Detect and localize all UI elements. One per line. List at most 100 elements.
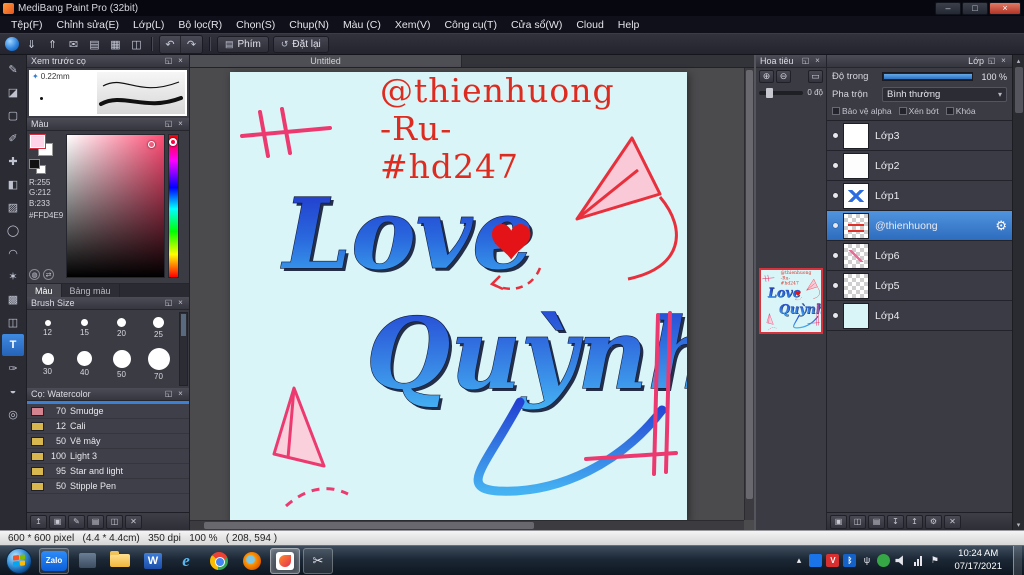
taskbar-zalo-button[interactable]: Zalo: [39, 547, 69, 574]
shortcut-keys-button[interactable]: ▤ Phím: [217, 35, 269, 53]
brush-size-option[interactable]: 70: [140, 344, 177, 386]
close-panel-icon[interactable]: ×: [999, 57, 1008, 65]
taskbar-medibang-button[interactable]: [270, 547, 300, 574]
menu-item[interactable]: Bộ lọc(R): [171, 18, 229, 32]
delete-brush-button[interactable]: ✕: [125, 514, 142, 529]
swap-colors-icon[interactable]: ⇄: [43, 269, 54, 280]
new-layer-button[interactable]: ▣: [830, 514, 847, 529]
checkbox-box[interactable]: [945, 107, 954, 115]
rotation-slider-thumb[interactable]: [766, 87, 773, 98]
new-brush-button[interactable]: ▣: [49, 514, 66, 529]
close-button[interactable]: ×: [989, 1, 1021, 15]
save-icon[interactable]: ⇓: [23, 36, 40, 53]
color-panel-tab[interactable]: Màu: [27, 284, 62, 297]
antivirus-tray-icon[interactable]: [877, 554, 891, 567]
taskbar-explorer-button[interactable]: [105, 548, 135, 574]
layer-visibility-toggle[interactable]: [827, 133, 843, 138]
layer-option-checkbox[interactable]: Xén bớt: [898, 106, 939, 116]
float-panel-icon[interactable]: ◱: [164, 57, 173, 65]
show-desktop-button[interactable]: [1013, 545, 1022, 575]
new-canvas-icon[interactable]: ▤: [86, 36, 103, 53]
close-panel-icon[interactable]: ×: [813, 57, 822, 65]
brush-tool[interactable]: ✐: [2, 127, 24, 149]
brush-size-option[interactable]: 40: [66, 344, 103, 386]
layer-row[interactable]: Lớp4 ⚙: [827, 301, 1012, 331]
taskbar-clock[interactable]: 10:24 AM 07/17/2021: [948, 548, 1008, 573]
canvas-vertical-scrollbar[interactable]: [744, 68, 754, 520]
brush-folder-button[interactable]: ▤: [87, 514, 104, 529]
usb-icon[interactable]: ψ: [860, 554, 873, 567]
grid-icon[interactable]: ▦: [107, 36, 124, 53]
taskbar-chrome-button[interactable]: [204, 548, 234, 574]
redo-button[interactable]: ↷: [181, 36, 202, 53]
publish-icon[interactable]: ⇑: [44, 36, 61, 53]
pen-tool[interactable]: ✎: [2, 58, 24, 80]
document-tab[interactable]: Untitled: [190, 55, 462, 67]
scroll-thumb[interactable]: [1014, 67, 1023, 113]
divide-tool[interactable]: ◫: [2, 311, 24, 333]
menu-item[interactable]: Cửa sổ(W): [504, 18, 569, 32]
layer-option-checkbox[interactable]: Khóa: [945, 106, 976, 116]
minimize-button[interactable]: –: [935, 1, 961, 15]
sv-indicator[interactable]: [148, 141, 155, 148]
menu-item[interactable]: Help: [611, 18, 647, 32]
zoom-tool[interactable]: ◎: [2, 403, 24, 425]
scroll-down-arrow[interactable]: ▾: [1017, 519, 1021, 530]
float-panel-icon[interactable]: ◱: [164, 299, 173, 307]
close-panel-icon[interactable]: ×: [176, 299, 185, 307]
taskbar-ie-button[interactable]: e: [171, 548, 201, 574]
layer-folder-button[interactable]: ▤: [868, 514, 885, 529]
brush-size-scrollbar[interactable]: [179, 312, 188, 386]
rotation-slider[interactable]: [759, 87, 804, 98]
start-button[interactable]: [6, 547, 32, 574]
brush-item[interactable]: 100 Light 3: [27, 449, 189, 464]
move-layer-up-button[interactable]: ↥: [906, 514, 923, 529]
float-panel-icon[interactable]: ◱: [164, 390, 173, 398]
color-wheel-icon[interactable]: ◍: [29, 269, 40, 280]
float-panel-icon[interactable]: ◱: [801, 57, 810, 65]
checkbox-box[interactable]: [898, 107, 907, 115]
pattern-tool[interactable]: ▩: [2, 288, 24, 310]
menu-item[interactable]: Màu (C): [336, 18, 388, 32]
close-panel-icon[interactable]: ×: [176, 120, 185, 128]
horizontal-scroll-thumb[interactable]: [204, 522, 534, 529]
hand-tool[interactable]: ◒: [2, 380, 24, 402]
taskbar-snipping-button[interactable]: ✂: [303, 547, 333, 574]
layer-row[interactable]: Lớp5 ⚙: [827, 271, 1012, 301]
zoom-out-button[interactable]: ⊖: [776, 70, 791, 83]
layer-row[interactable]: @thienhuong ⚙: [827, 211, 1012, 241]
move-tool[interactable]: ✚: [2, 150, 24, 172]
brush-item[interactable]: 50 Vẽ mây: [27, 434, 189, 449]
menu-item[interactable]: Xem(V): [388, 18, 438, 32]
close-panel-icon[interactable]: ×: [176, 390, 185, 398]
layer-option-checkbox[interactable]: Bảo vệ alpha: [832, 106, 892, 116]
marquee-select-tool[interactable]: ▢: [2, 104, 24, 126]
brush-item[interactable]: 50 Stipple Pen: [27, 479, 189, 494]
menu-item[interactable]: Chụp(N): [282, 18, 336, 32]
ellipse-select-tool[interactable]: ◯: [2, 219, 24, 241]
canvas[interactable]: @thienhuong -Ru- #hd247 Love Love Quỳnh …: [230, 71, 721, 521]
canvas-horizontal-scrollbar[interactable]: [190, 520, 744, 530]
checkbox-box[interactable]: [832, 107, 840, 115]
lasso-tool[interactable]: ◠: [2, 242, 24, 264]
layout-icon[interactable]: ◫: [128, 36, 145, 53]
opacity-slider[interactable]: [882, 72, 973, 81]
taskbar-word-button[interactable]: W: [138, 548, 168, 574]
layer-visibility-toggle[interactable]: [827, 313, 843, 318]
close-panel-icon[interactable]: ×: [176, 57, 185, 65]
text-tool[interactable]: T: [2, 334, 24, 356]
layer-visibility-toggle[interactable]: [827, 193, 843, 198]
menu-item[interactable]: Công cụ(T): [437, 18, 504, 32]
layer-row[interactable]: Lớp3 ⚙: [827, 121, 1012, 151]
brush-size-option[interactable]: 50: [103, 344, 140, 386]
foreground-background-swatches[interactable]: [29, 134, 55, 158]
scroll-up-arrow[interactable]: ▴: [1017, 55, 1021, 66]
brush-item[interactable]: 70 Smudge: [27, 404, 189, 419]
eraser-tool[interactable]: ◪: [2, 81, 24, 103]
action-center-flag-icon[interactable]: ⚑: [928, 554, 941, 567]
network-icon[interactable]: [911, 554, 924, 567]
brush-size-option[interactable]: 30: [29, 344, 66, 386]
float-panel-icon[interactable]: ◱: [987, 57, 996, 65]
menu-item[interactable]: Chọn(S): [229, 18, 282, 32]
panel-scrollbar[interactable]: ▴ ▾: [1012, 55, 1024, 530]
